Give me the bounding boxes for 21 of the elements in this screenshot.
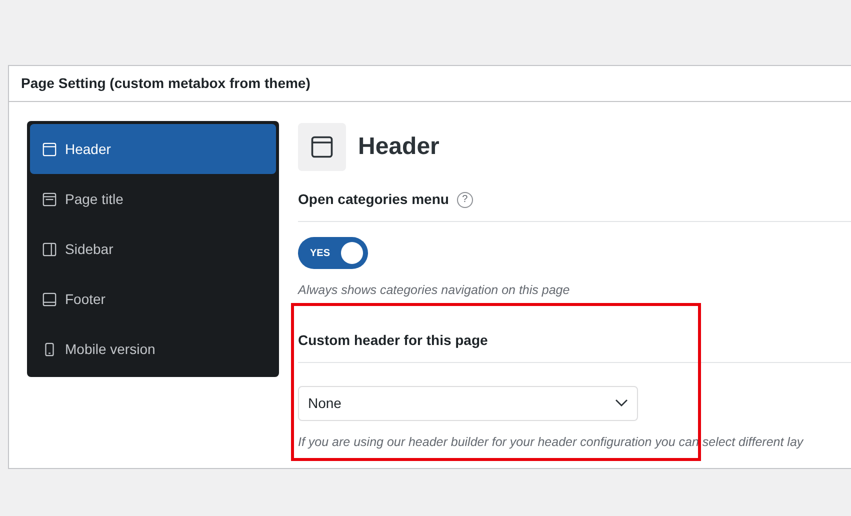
- field-description: If you are using our header builder for your header configuration you can select different lay: [298, 434, 804, 451]
- sidebar-tab[interactable]: Page title: [30, 174, 276, 224]
- help-icon[interactable]: ?: [456, 192, 473, 208]
- select-dropdown[interactable]: None: [298, 386, 638, 421]
- panel-title: Page Setting (custom metabox from theme): [21, 74, 310, 93]
- mobile-phone-icon: [42, 342, 57, 356]
- window-icon: [42, 142, 57, 156]
- page-title-icon: [42, 192, 57, 206]
- sidebar-tab[interactable]: Sidebar: [30, 224, 276, 274]
- window-icon: [310, 135, 334, 159]
- field-label: Custom header for this page: [298, 330, 488, 350]
- sidebar-tab[interactable]: Footer: [30, 274, 276, 324]
- sidebar-tab[interactable]: Mobile version: [30, 324, 276, 374]
- field-label: Open categories menu: [298, 190, 449, 209]
- chevron-down-icon: [615, 399, 628, 408]
- footer-layout-icon: [42, 292, 57, 306]
- toggle-switch[interactable]: YES: [298, 237, 368, 269]
- field-description: Always shows categories navigation on this page: [298, 282, 571, 299]
- sidebar-tab[interactable]: Header: [30, 124, 276, 174]
- sidebar-layout-icon: [42, 242, 57, 256]
- section-title: Header: [358, 132, 440, 162]
